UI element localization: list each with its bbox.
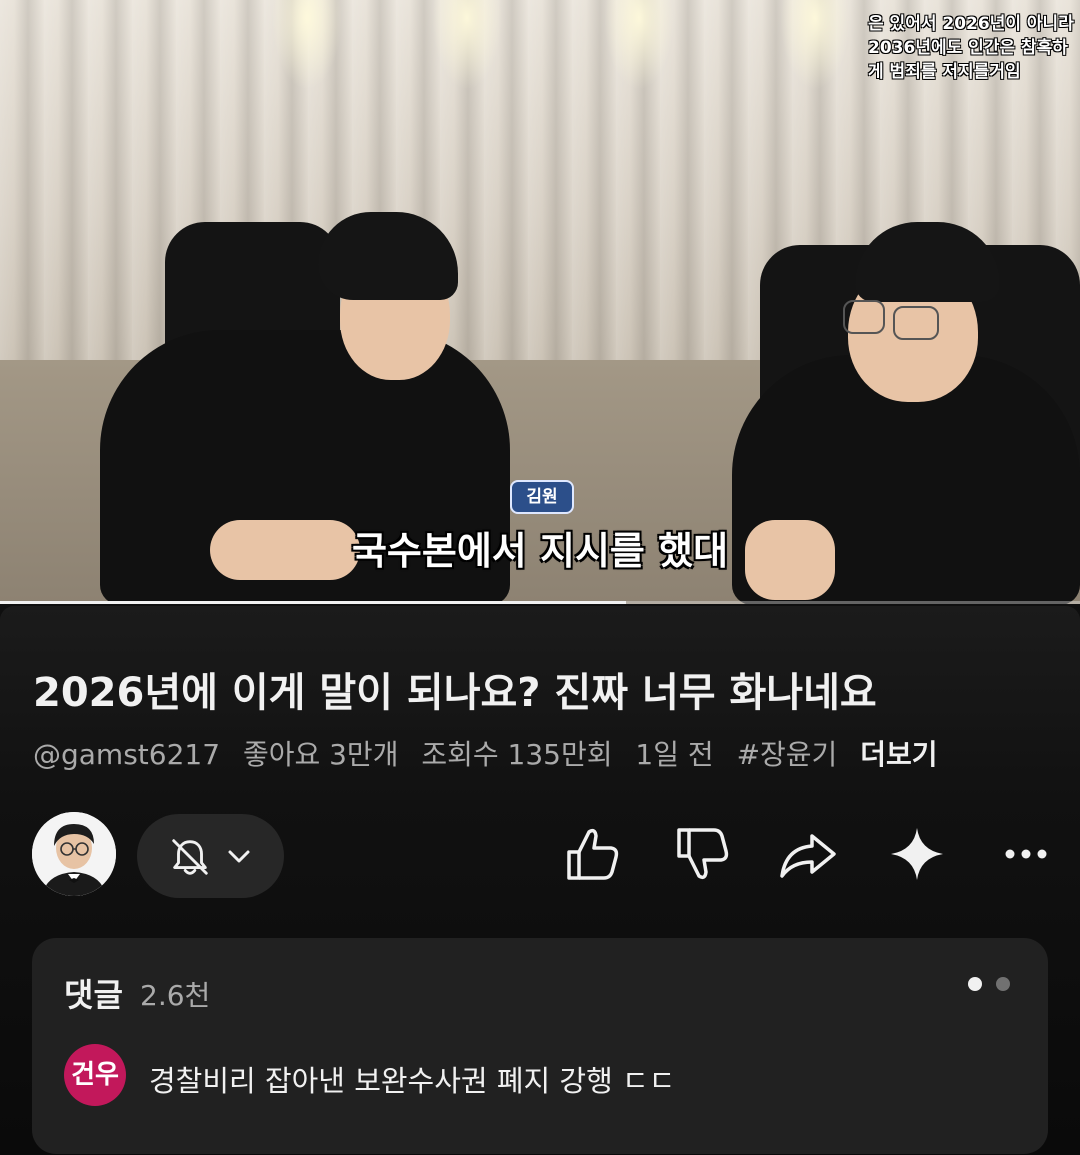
top-comment-text: 경찰비리 잡아낸 보완수사권 폐지 강행 ㄷㄷ [149,1064,676,1098]
thumbs-down-icon [677,828,729,880]
ceiling-light [272,0,342,90]
comments-card[interactable]: 댓글 2.6천 건우 경찰비리 잡아낸 보완수사권 폐지 강행 ㄷㄷ [32,938,1048,1154]
overlay-line: 은 있어서 2026년이 아니라 [868,14,1074,34]
progress-bar[interactable] [0,601,1080,604]
view-count: 조회수 135만회 [421,738,613,771]
like-button[interactable] [563,822,623,886]
chat-overlay: 은 있어서 2026년이 아니라 2036년에도 인간은 참혹하 게 범죄를 저… [868,0,1078,84]
channel-avatar[interactable] [32,812,116,896]
comments-count: 2.6천 [140,979,211,1012]
ceiling-light [780,0,850,90]
speaker-tag: 김원 [510,480,574,514]
sparkle-icon [891,828,943,880]
avatar-icon [32,812,116,896]
video-metadata[interactable]: @gamst6217 좋아요 3만개 조회수 135만회 1일 전 #장윤기 더… [33,733,1053,773]
upload-age: 1일 전 [635,738,714,771]
dislike-button[interactable] [673,822,733,886]
channel-handle[interactable]: @gamst6217 [33,738,220,771]
share-icon [780,834,836,878]
glasses-lens-right [893,306,939,340]
progress-fill [0,601,627,604]
bell-off-icon [172,839,208,875]
video-subtitle: 국수본에서 지시를 했대 [351,529,729,573]
glasses-lens-left [843,300,885,334]
notification-settings-button[interactable] [137,814,284,898]
page-indicator-dot-active [968,977,982,991]
video-player[interactable]: 은 있어서 2026년이 아니라 2036년에도 인간은 참혹하 게 범죄를 저… [0,0,1080,604]
ceiling-light [432,0,502,90]
more-options-button[interactable] [996,822,1056,886]
hashtag-link[interactable]: #장윤기 [737,738,838,771]
more-button[interactable]: 더보기 [860,738,937,771]
overlay-line: 게 범죄를 저지를거임 [868,62,1021,82]
like-count: 좋아요 3만개 [242,738,399,771]
page-indicator-dot [996,977,1010,991]
ceiling-light [604,0,674,90]
video-title[interactable]: 2026년에 이게 말이 되나요? 진짜 너무 화나네요 [33,660,1043,718]
ask-ai-button[interactable] [887,822,947,886]
thumbs-up-icon [567,828,619,880]
chevron-down-icon [228,850,250,863]
more-icon [1005,849,1047,859]
share-button[interactable] [778,822,838,886]
comment-author-avatar[interactable]: 건우 [64,1044,126,1106]
comments-title: 댓글 [64,976,123,1014]
overlay-line: 2036년에도 인간은 참혹하 [868,38,1068,58]
